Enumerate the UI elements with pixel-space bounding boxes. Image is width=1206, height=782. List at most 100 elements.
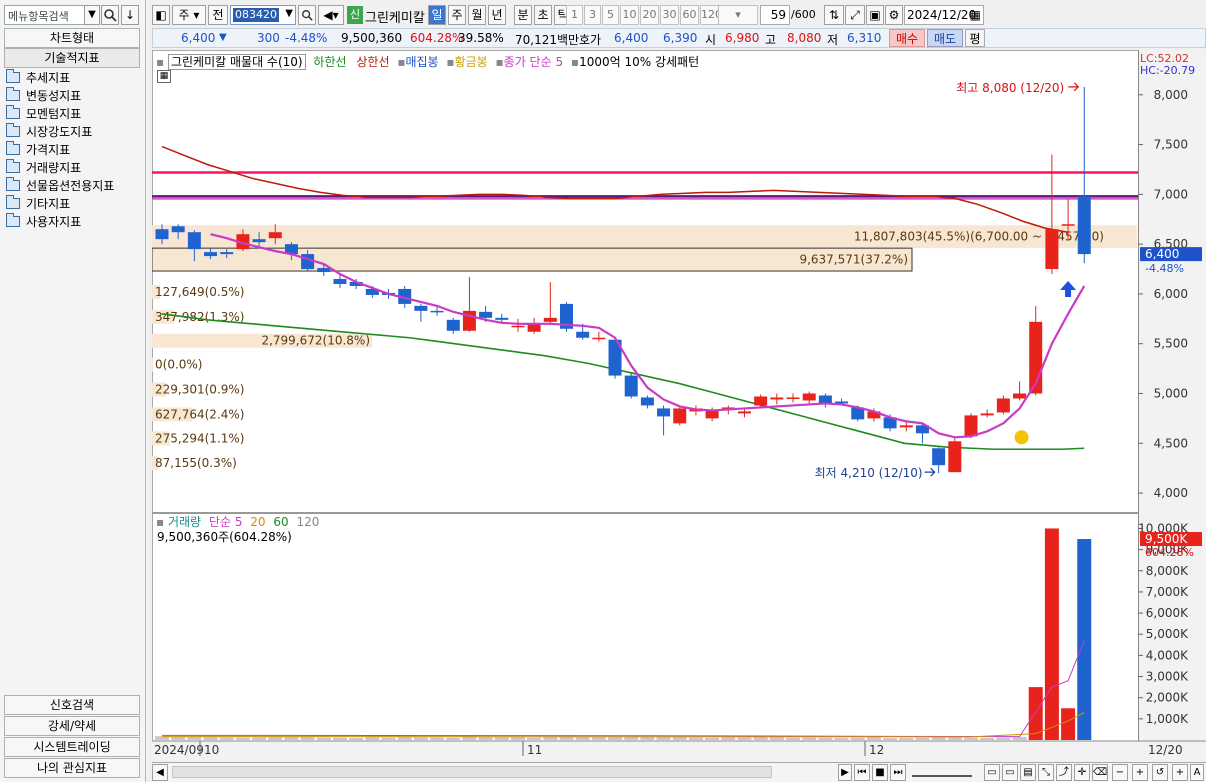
draw-icon[interactable]: ⤡ bbox=[1038, 764, 1054, 781]
volume-bar bbox=[381, 737, 396, 740]
period-tab[interactable]: 분 bbox=[514, 5, 532, 25]
legend-upper-line[interactable]: 상한선 bbox=[356, 55, 389, 69]
volume-bar bbox=[478, 736, 493, 740]
tree-item[interactable]: 추세지표 bbox=[4, 68, 140, 86]
layout-icon[interactable]: ◧ bbox=[152, 5, 170, 25]
crosshair-icon[interactable]: ✛ bbox=[1074, 764, 1090, 781]
plus-icon[interactable]: + bbox=[1172, 764, 1188, 781]
line-tool-icon[interactable]: ⤢ bbox=[845, 5, 865, 25]
mode-select[interactable]: 주 ▾ bbox=[172, 5, 206, 25]
grid-table-icon[interactable]: ▦ bbox=[157, 70, 171, 83]
tree-item[interactable]: 거래량지표 bbox=[4, 158, 140, 176]
candle-body bbox=[1045, 229, 1059, 270]
scroll-track[interactable] bbox=[172, 766, 772, 778]
rewind-icon[interactable]: ⏮ bbox=[854, 764, 870, 781]
legend-vol-ma20[interactable]: 20 bbox=[250, 515, 265, 529]
candle-body bbox=[786, 397, 800, 399]
tree-item[interactable]: 모멘텀지표 bbox=[4, 104, 140, 122]
interval-button[interactable]: 20 bbox=[640, 5, 659, 25]
candle-body bbox=[640, 397, 654, 406]
legend-vol-ma120[interactable]: 120 bbox=[297, 515, 320, 529]
zoom-slider[interactable] bbox=[912, 767, 972, 777]
tree-item[interactable]: 사용자지표 bbox=[4, 212, 140, 230]
legend-golden-bar[interactable]: 황금봉 bbox=[455, 55, 488, 69]
bottom-scrollbar[interactable]: ◀ ▶ ⏮ ■ ⏭ ▭ ▭ ▤ ⤡ ⤴ ✛ ⌫ − + ↺ + A bbox=[152, 762, 1206, 782]
save-icon[interactable]: ▣ bbox=[866, 5, 884, 25]
volume-bar bbox=[365, 737, 380, 740]
interval-button[interactable]: 5 bbox=[602, 5, 619, 25]
legend-strong-pattern[interactable]: 1000억 10% 강세패턴 bbox=[579, 55, 699, 69]
view-icon-3[interactable]: ▤ bbox=[1020, 764, 1036, 781]
forward-icon[interactable]: ⏭ bbox=[890, 764, 906, 781]
chart-type-button[interactable]: 차트형태 bbox=[4, 28, 140, 48]
tech-indicator-tab[interactable]: 기술적지표 bbox=[4, 48, 140, 68]
stock-code-input[interactable]: 083420 ▼ bbox=[230, 5, 296, 25]
sell-button[interactable]: 매도 bbox=[927, 29, 963, 47]
tree-item-label: 변동성지표 bbox=[26, 88, 82, 103]
chart-svg[interactable]: 11,807,803(45.5%)(6,700.00 ~ 6,457.50)9,… bbox=[152, 50, 1206, 762]
period-tab[interactable]: 초 bbox=[534, 5, 552, 25]
period-tab[interactable]: 일 bbox=[428, 5, 446, 25]
interval-button[interactable]: 1 bbox=[566, 5, 583, 25]
view-icon-1[interactable]: ▭ bbox=[984, 764, 1000, 781]
volume-profile-label: 229,301(0.9%) bbox=[155, 383, 244, 397]
tree-item[interactable]: 기타지표 bbox=[4, 194, 140, 212]
interval-button[interactable]: 3 bbox=[584, 5, 601, 25]
left-panel: 메뉴항목검색 ▼ ↓ 차트형태 기술적지표 추세지표 변동성지표 모멘텀지표 시장강도… bbox=[0, 0, 146, 782]
view-icon-2[interactable]: ▭ bbox=[1002, 764, 1018, 781]
legend-accum-bar[interactable]: 매집봉 bbox=[405, 55, 438, 69]
legend-marker: ▪ bbox=[156, 55, 165, 69]
calendar-icon[interactable]: ▦ bbox=[970, 6, 981, 24]
period-tab[interactable]: 년 bbox=[488, 5, 506, 25]
code-dropdown-icon[interactable]: ▼ bbox=[285, 8, 293, 19]
x-axis-label: 10 bbox=[204, 743, 219, 757]
volume-bar bbox=[413, 737, 428, 740]
search-icon[interactable] bbox=[101, 5, 119, 25]
my-indicators-button[interactable]: 나의 관심지표 bbox=[4, 758, 140, 778]
legend-volume-profile[interactable]: 그린케미칼 매물대 수(10) bbox=[167, 54, 306, 70]
period-tab[interactable]: 주 bbox=[448, 5, 466, 25]
strength-button[interactable]: 강세/약세 bbox=[4, 716, 140, 736]
interval-button[interactable]: 30 bbox=[660, 5, 679, 25]
interval-button[interactable]: 10 bbox=[620, 5, 639, 25]
legend-volume[interactable]: 거래량 bbox=[168, 515, 201, 529]
scroll-right-icon[interactable]: ▶ bbox=[838, 764, 852, 781]
trend-icon[interactable]: ⤴ bbox=[1056, 764, 1072, 781]
eraser-icon[interactable]: ⌫ bbox=[1092, 764, 1108, 781]
speaker-icon[interactable]: ◀▾ bbox=[318, 5, 344, 25]
legend-vol-ma5[interactable]: 단순 5 bbox=[209, 515, 243, 529]
magnifier-icon[interactable] bbox=[298, 5, 316, 25]
zoom-in-icon[interactable]: + bbox=[1132, 764, 1148, 781]
stop-icon[interactable]: ■ bbox=[872, 764, 888, 781]
date-input[interactable]: 2024/12/20 ▦ bbox=[904, 5, 984, 25]
count-input[interactable]: 59 bbox=[760, 5, 790, 25]
tree-item-label: 기타지표 bbox=[26, 196, 71, 211]
settings-gear-icon[interactable]: ⚙ bbox=[885, 5, 903, 25]
tree-item[interactable]: 시장강도지표 bbox=[4, 122, 140, 140]
zoom-out-icon[interactable]: − bbox=[1112, 764, 1128, 781]
legend-ma5[interactable]: 종가 단순 5 bbox=[504, 55, 563, 69]
search-dropdown-icon[interactable]: ▼ bbox=[84, 5, 100, 25]
legend-lower-line[interactable]: 하한선 bbox=[313, 55, 346, 69]
low-arrow-icon bbox=[924, 467, 936, 477]
tree-item[interactable]: 가격지표 bbox=[4, 140, 140, 158]
signal-search-button[interactable]: 신호검색 bbox=[4, 695, 140, 715]
font-size-icon[interactable]: A bbox=[1190, 764, 1204, 781]
period-tab[interactable]: 월 bbox=[468, 5, 486, 25]
interval-select[interactable]: ▾ bbox=[718, 5, 758, 25]
avg-button[interactable]: 평 bbox=[965, 29, 985, 47]
tree-item[interactable]: 변동성지표 bbox=[4, 86, 140, 104]
reset-icon[interactable]: ↺ bbox=[1152, 764, 1168, 781]
system-trading-button[interactable]: 시스템트레이딩 bbox=[4, 737, 140, 757]
tree-item[interactable]: 선물옵션전용지표 bbox=[4, 176, 140, 194]
buy-button[interactable]: 매수 bbox=[889, 29, 925, 47]
download-arrow-icon[interactable]: ↓ bbox=[121, 5, 139, 25]
interval-button[interactable]: 60 bbox=[680, 5, 699, 25]
chart-tool-icon[interactable]: ⇅ bbox=[824, 5, 844, 25]
prev-button[interactable]: 전 bbox=[208, 5, 228, 25]
legend-vol-ma60[interactable]: 60 bbox=[273, 515, 288, 529]
folder-icon bbox=[6, 86, 20, 101]
vol-tick-label: 5,000K bbox=[1146, 627, 1189, 641]
scroll-left-icon[interactable]: ◀ bbox=[152, 764, 168, 781]
folder-icon bbox=[6, 68, 20, 83]
